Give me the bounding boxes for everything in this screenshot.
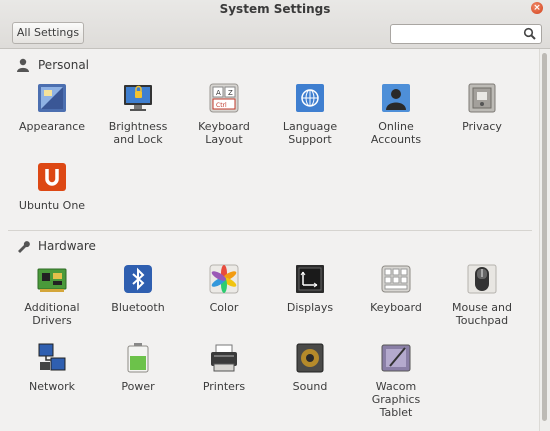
privacy-item[interactable]: Privacy [439,82,525,133]
drivers-label: Additional Drivers [24,301,80,327]
section-hardware: Hardware [16,236,96,256]
brightness-lock-item[interactable]: Brightness and Lock [95,82,181,146]
online-accounts-item[interactable]: Online Accounts [353,82,439,146]
mouse-label: Mouse and Touchpad [452,301,512,327]
wacom-label: Wacom Graphics Tablet [371,380,421,419]
scrollbar-thumb[interactable] [542,53,547,421]
all-settings-button[interactable]: All Settings [12,22,84,44]
printers-label: Printers [202,380,246,393]
keyboard-item[interactable]: Keyboard [353,263,439,314]
appearance-icon [36,82,68,114]
search-field[interactable] [390,24,542,44]
display-icon [294,263,326,295]
bluetooth-item[interactable]: Bluetooth [95,263,181,314]
close-icon[interactable]: × [531,2,543,14]
appearance-label: Appearance [18,120,86,133]
displays-label: Displays [286,301,334,314]
sound-label: Sound [292,380,328,393]
keyboard-icon [380,263,412,295]
printer-icon [208,342,240,374]
search-icon [523,27,536,40]
displays-item[interactable]: Displays [267,263,353,314]
power-item[interactable]: Power [95,342,181,393]
color-item[interactable]: Color [181,263,267,314]
language-label: Language Support [282,120,338,146]
system-settings-window: System Settings × All Settings Personal [0,0,550,431]
wrench-icon [18,241,30,253]
keyboard-label: Keyboard [370,301,422,314]
svg-text:A: A [216,89,221,97]
person-icon [17,58,29,72]
printers-item[interactable]: Printers [181,342,267,393]
search-input[interactable] [394,26,526,44]
appearance-item[interactable]: Appearance [9,82,95,133]
section-title: Personal [38,58,90,72]
sound-item[interactable]: Sound [267,342,353,393]
wacom-tablet-item[interactable]: Wacom Graphics Tablet [353,342,439,419]
section-divider [8,230,532,231]
scrollbar[interactable] [539,49,550,431]
monitor-lock-icon [122,82,154,114]
tablet-icon [380,342,412,374]
color-label: Color [209,301,239,314]
svg-text:Z: Z [228,89,233,97]
online-accounts-label: Online Accounts [370,120,422,146]
titlebar: System Settings × All Settings [0,0,550,49]
ubuntu-one-label: Ubuntu One [18,199,86,212]
power-label: Power [121,380,155,393]
speaker-icon [294,342,326,374]
battery-icon [122,342,154,374]
keyboard-layout-label: Keyboard Layout [198,120,250,146]
un-flag-icon [294,82,326,114]
window-title: System Settings [219,2,331,16]
ubuntu-one-icon [36,161,68,193]
ubuntu-one-item[interactable]: Ubuntu One [9,161,95,212]
svg-text:Ctrl: Ctrl [216,102,227,109]
safe-icon [466,82,498,114]
section-title: Hardware [38,239,96,253]
network-item[interactable]: Network [9,342,95,393]
circuit-board-icon [36,263,68,295]
mouse-icon [466,263,498,295]
keyboard-layout-item[interactable]: A Z Ctrl Keyboard Layout [181,82,267,146]
person-icon [380,82,412,114]
network-label: Network [29,380,75,393]
additional-drivers-item[interactable]: Additional Drivers [9,263,95,327]
network-icon [36,342,68,374]
privacy-label: Privacy [462,120,502,133]
keyboard-layout-icon: A Z Ctrl [208,82,240,114]
brightness-label: Brightness and Lock [108,120,168,146]
mouse-touchpad-item[interactable]: Mouse and Touchpad [439,263,525,327]
settings-content: Personal Appearance Brightness and Lock … [0,49,540,431]
color-wheel-icon [208,263,240,295]
language-support-item[interactable]: Language Support [267,82,353,146]
bluetooth-label: Bluetooth [111,301,165,314]
section-personal: Personal [16,55,89,75]
bluetooth-icon [122,263,154,295]
